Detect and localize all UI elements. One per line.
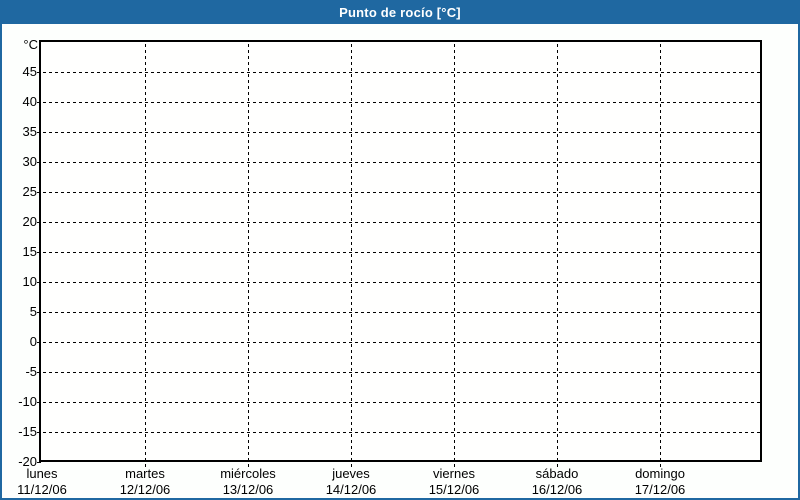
y-tick-label: 20: [22, 214, 37, 229]
h-gridline: [43, 162, 762, 163]
y-axis-tick: [37, 432, 41, 433]
x-day-label: martes: [125, 466, 165, 481]
y-axis-tick: [37, 132, 41, 133]
y-tick-label: 15: [22, 244, 37, 259]
y-axis-tick: [37, 372, 41, 373]
y-tick-label: -10: [18, 394, 37, 409]
y-axis-tick: [37, 312, 41, 313]
y-tick-label: 30: [22, 154, 37, 169]
x-day-label: viernes: [433, 466, 475, 481]
h-gridline: [43, 72, 762, 73]
y-axis-tick: [37, 192, 41, 193]
h-gridline: [43, 282, 762, 283]
y-tick-label: 0: [29, 334, 37, 349]
v-gridline: [351, 44, 352, 462]
y-axis-tick: [37, 342, 41, 343]
y-tick-label: 25: [22, 184, 37, 199]
y-axis-tick: [37, 72, 41, 73]
x-date-label: 13/12/06: [222, 482, 274, 497]
h-gridline: [43, 312, 762, 313]
x-day-label: domingo: [635, 466, 685, 481]
x-day-label: lunes: [26, 466, 58, 481]
h-gridline: [43, 102, 762, 103]
y-axis-tick: [37, 102, 41, 103]
chart-layer: 45 40 35 30 25 20 15 10 5 0 -5 -10 -15 -20 lunes 11/12/…: [2, 2, 798, 498]
y-axis-tick: [37, 252, 41, 253]
y-tick-label: -15: [18, 424, 37, 439]
v-gridline: [454, 44, 455, 462]
y-tick-label: 35: [22, 124, 37, 139]
chart-window: Punto de rocío [°C] °C 45 40 35 30 25 20 15 10 5…: [0, 0, 800, 500]
v-gridline: [248, 44, 249, 462]
h-gridline: [43, 132, 762, 133]
h-gridline: [43, 252, 762, 253]
x-date-label: 12/12/06: [119, 482, 171, 497]
h-gridline: [43, 342, 762, 343]
h-gridline: [43, 432, 762, 433]
v-gridline: [145, 44, 146, 462]
x-day-label: miércoles: [220, 466, 276, 481]
y-axis-tick: [37, 222, 41, 223]
y-axis-tick: [37, 402, 41, 403]
y-axis-tick: [37, 282, 41, 283]
x-day-label: sábado: [535, 466, 579, 481]
y-tick-label: 45: [22, 64, 37, 79]
h-gridline: [43, 192, 762, 193]
v-gridline: [660, 44, 661, 462]
x-date-label: 11/12/06: [17, 482, 67, 497]
x-date-label: 15/12/06: [428, 482, 480, 497]
y-axis-tick: [37, 462, 41, 463]
y-axis-tick: [37, 162, 41, 163]
x-date-label: 17/12/06: [634, 482, 686, 497]
y-tick-label: 40: [22, 94, 37, 109]
h-gridline: [43, 222, 762, 223]
x-date-label: 14/12/06: [325, 482, 377, 497]
h-gridline: [43, 402, 762, 403]
x-day-label: jueves: [332, 466, 370, 481]
y-tick-label: 10: [22, 274, 37, 289]
v-gridline: [557, 44, 558, 462]
y-tick-label: -5: [25, 364, 37, 379]
h-gridline: [43, 372, 762, 373]
x-date-label: 16/12/06: [531, 482, 583, 497]
y-tick-label: 5: [29, 304, 37, 319]
